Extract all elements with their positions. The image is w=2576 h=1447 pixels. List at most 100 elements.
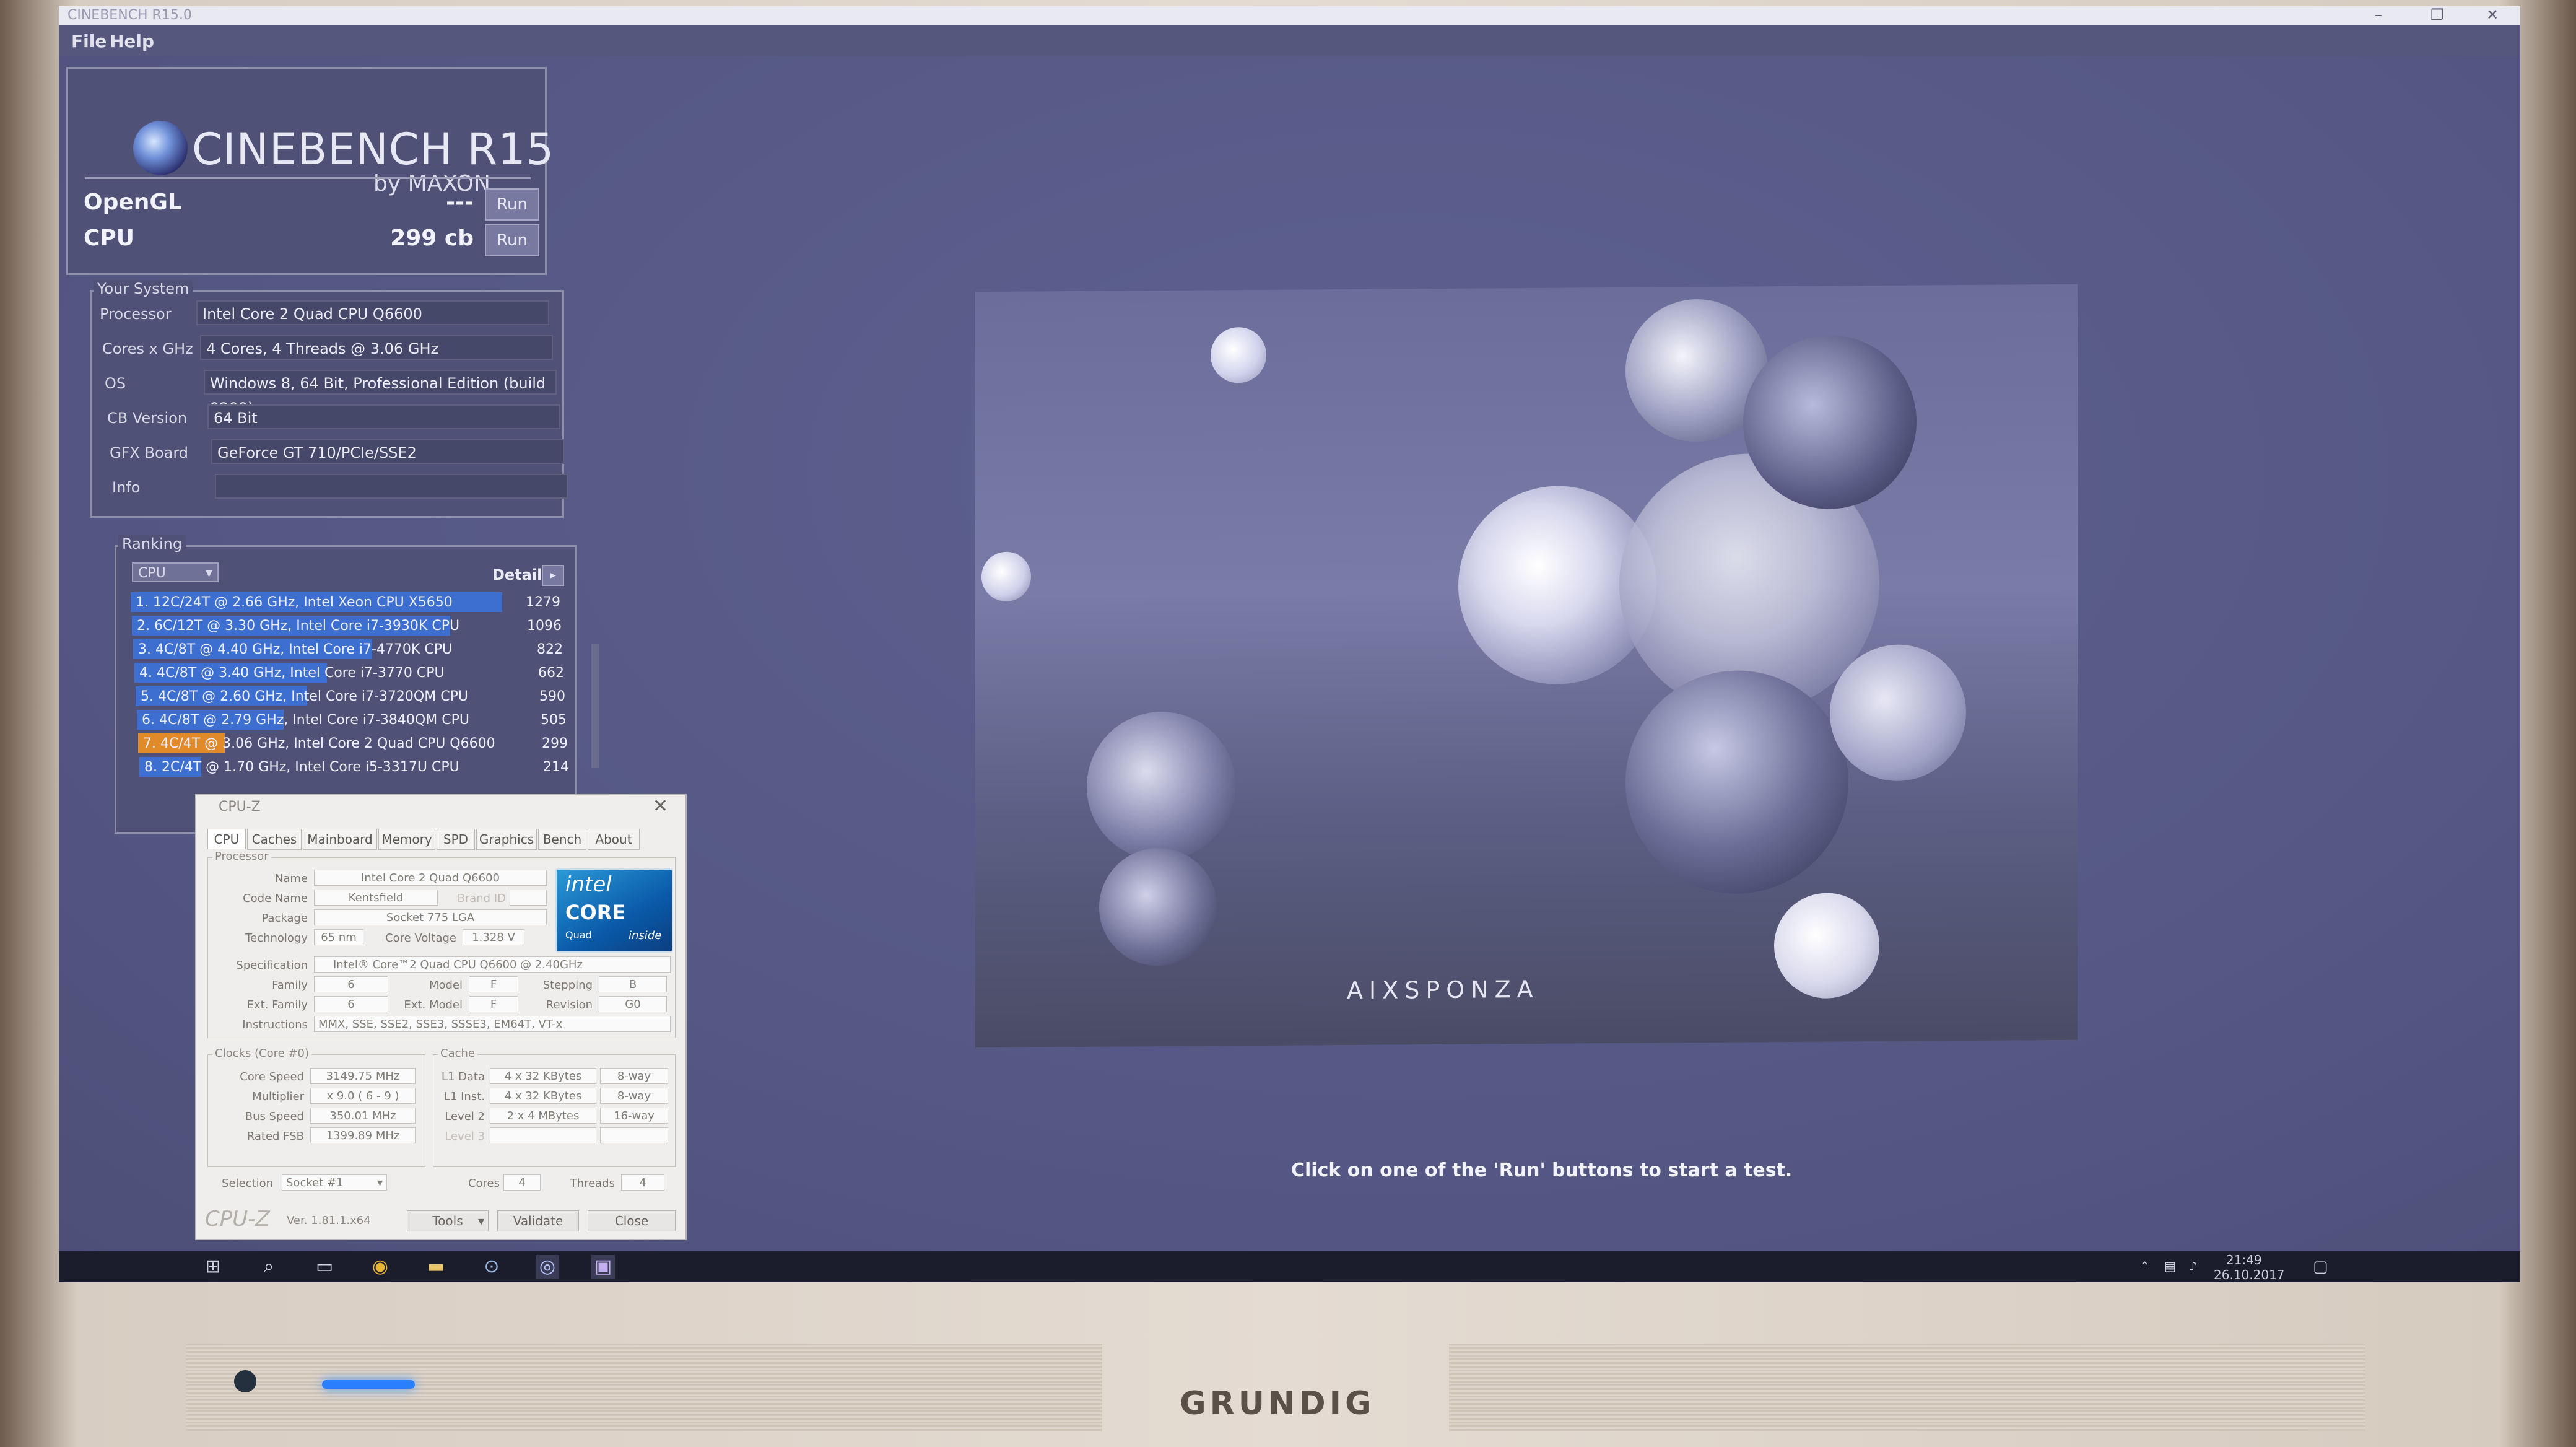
clocks-legend: Clocks (Core #0) — [212, 1047, 311, 1060]
clock-date[interactable]: 26.10.2017 — [2214, 1267, 2285, 1282]
instructions-field: MMX, SSE, SSE2, SSE3, SSSE3, EM64T, VT-x — [314, 1016, 671, 1032]
cpuz-tab-memory[interactable]: Memory — [378, 829, 435, 850]
cpu-score: 299 cb — [390, 225, 474, 251]
level3-field — [490, 1127, 596, 1143]
system-label-0: Processor — [100, 305, 172, 323]
ranking-score-6: 505 — [541, 712, 567, 728]
cpuz-tab-bench[interactable]: Bench — [538, 829, 586, 850]
menu-file[interactable]: File — [71, 31, 107, 51]
selection-dropdown[interactable]: Socket #1 ▾ — [282, 1174, 387, 1191]
ranking-score-3: 822 — [537, 642, 563, 657]
ext-model-label: Ext. Model — [404, 999, 463, 1012]
threads-label: Threads — [570, 1177, 615, 1190]
rated-fsb-label: Rated FSB — [246, 1130, 304, 1143]
search-icon[interactable]: ⌕ — [257, 1255, 281, 1279]
cpuz-window: CPU-Z ✕ CPU Caches Mainboard Memory SPD Graph… — [195, 794, 687, 1240]
brandid-label: Brand ID — [457, 892, 506, 905]
cores-field: 4 — [503, 1174, 541, 1191]
level3-label: Level 3 — [445, 1130, 485, 1143]
intel-core-text: CORE — [565, 901, 626, 924]
ranking-row-5[interactable]: 5. 4C/8T @ 2.60 GHz, Intel Core i7-3720Q… — [141, 686, 468, 707]
technology-label: Technology — [245, 932, 308, 945]
ranking-score-8: 214 — [543, 759, 569, 775]
menu-bar: File Help — [59, 25, 2520, 56]
ranking-row-7[interactable]: 7. 4C/4T @ 3.06 GHz, Intel Core 2 Quad C… — [143, 733, 495, 754]
cinebench-icon[interactable]: ◎ — [536, 1255, 559, 1279]
ranking-row-8[interactable]: 8. 2C/4T @ 1.70 GHz, Intel Core i5-3317U… — [144, 757, 459, 778]
level2-way-field: 16-way — [600, 1108, 668, 1124]
render-sphere-left — [1087, 711, 1235, 861]
instructions-label: Instructions — [242, 1018, 308, 1031]
opengl-run-button[interactable]: Run — [485, 188, 539, 221]
ranking-dropdown[interactable]: CPU ▾ — [132, 562, 219, 582]
ranking-score-2: 1096 — [527, 618, 562, 634]
chrome-icon[interactable]: ◉ — [368, 1255, 392, 1279]
render-brand-label: AIXSPONZA — [1347, 975, 1539, 1005]
core-voltage-label: Core Voltage — [385, 932, 456, 945]
taskbar: ⊞ ⌕ ▭ ◉ ▬ ⊙ ◎ ▣ ⌃ ▤ ♪ 21:49 26.10.2017 ▢ — [59, 1251, 2520, 1282]
tools-chevron-icon: ▾ — [477, 1213, 484, 1228]
cpuz-tab-mainboard[interactable]: Mainboard — [303, 829, 377, 850]
notification-icon[interactable]: ▢ — [2313, 1257, 2328, 1276]
system-label-2: OS — [105, 375, 126, 392]
cpuz-tab-cpu[interactable]: CPU — [207, 829, 246, 849]
windows-start-icon[interactable]: ⊞ — [201, 1255, 225, 1279]
details-button[interactable]: ▸ — [542, 565, 564, 586]
ranking-score-4: 662 — [538, 665, 564, 681]
monitor-brand: GRUNDIG — [1180, 1385, 1375, 1422]
ext-family-field: 6 — [314, 996, 388, 1012]
monitor-sensor — [234, 1370, 256, 1392]
l1data-field: 4 x 32 KBytes — [490, 1068, 596, 1084]
level2-label: Level 2 — [445, 1110, 485, 1123]
ranking-row-3[interactable]: 3. 4C/8T @ 4.40 GHz, Intel Core i7-4770K… — [138, 639, 452, 660]
ranking-row-6[interactable]: 6. 4C/8T @ 2.79 GHz, Intel Core i7-3840Q… — [142, 710, 469, 731]
validate-button[interactable]: Validate — [497, 1210, 579, 1231]
ext-family-label: Ext. Family — [246, 999, 308, 1012]
run-hint-text: Click on one of the 'Run' buttons to sta… — [1291, 1160, 1793, 1181]
l1inst-field: 4 x 32 KBytes — [490, 1088, 596, 1104]
cpuz-tab-graphics[interactable]: Graphics — [476, 829, 537, 850]
cpuz-title: CPU-Z — [219, 799, 261, 815]
menu-help[interactable]: Help — [110, 31, 154, 51]
window-titlebar: CINEBENCH R15.0 – ❐ ✕ — [59, 6, 2520, 25]
render-sphere-bottom — [1099, 847, 1217, 966]
cpu-run-button[interactable]: Run — [485, 224, 539, 256]
clock-time[interactable]: 21:49 — [2226, 1252, 2262, 1267]
family-field: 6 — [314, 976, 388, 992]
ranking-score-5: 590 — [539, 689, 565, 704]
cpuz-tab-caches[interactable]: Caches — [247, 829, 302, 850]
speaker-grille-right — [1449, 1344, 2365, 1431]
name-field: Intel Core 2 Quad Q6600 — [314, 870, 547, 886]
file-explorer-icon[interactable]: ▬ — [424, 1255, 448, 1279]
close-icon[interactable]: ✕ — [2486, 6, 2499, 24]
cpuz-version: Ver. 1.81.1.x64 — [287, 1214, 371, 1227]
system-value-1: 4 Cores, 4 Threads @ 3.06 GHz — [200, 335, 553, 360]
network-icon[interactable]: ▤ — [2164, 1259, 2176, 1274]
processor-legend: Processor — [212, 850, 271, 863]
maximize-icon[interactable]: ❐ — [2430, 6, 2444, 24]
level2-field: 2 x 4 MBytes — [490, 1108, 596, 1124]
cpuz-tab-spd[interactable]: SPD — [437, 829, 475, 850]
model-label: Model — [429, 979, 463, 992]
multiplier-field: x 9.0 ( 6 - 9 ) — [310, 1088, 416, 1104]
bus-speed-label: Bus Speed — [245, 1110, 304, 1123]
minimize-icon[interactable]: – — [2375, 6, 2382, 24]
close-button[interactable]: Close — [588, 1210, 676, 1231]
ranking-row-1[interactable]: 1. 12C/24T @ 2.66 GHz, Intel Xeon CPU X5… — [136, 592, 453, 613]
cpuz-icon[interactable]: ▣ — [591, 1255, 615, 1279]
l1inst-label: L1 Inst. — [443, 1090, 485, 1103]
ranking-row-4[interactable]: 4. 4C/8T @ 3.40 GHz, Intel Core i7-3770 … — [139, 663, 445, 684]
ranking-row-2[interactable]: 2. 6C/12T @ 3.30 GHz, Intel Core i7-3930… — [137, 616, 459, 637]
ranking-scrollbar[interactable] — [591, 644, 599, 768]
selection-label: Selection — [222, 1177, 273, 1190]
system-label-1: Cores x GHz — [102, 340, 193, 357]
steam-icon[interactable]: ⊙ — [480, 1255, 503, 1279]
logo-divider — [85, 177, 531, 179]
cpuz-tab-about[interactable]: About — [588, 829, 640, 850]
package-field: Socket 775 LGA — [314, 909, 547, 925]
cpuz-close-icon[interactable]: ✕ — [653, 795, 668, 817]
tools-button[interactable]: Tools ▾ — [407, 1210, 489, 1231]
task-view-icon[interactable]: ▭ — [313, 1255, 336, 1279]
volume-icon[interactable]: ♪ — [2189, 1259, 2197, 1274]
tray-chevron-icon[interactable]: ⌃ — [2139, 1259, 2150, 1274]
